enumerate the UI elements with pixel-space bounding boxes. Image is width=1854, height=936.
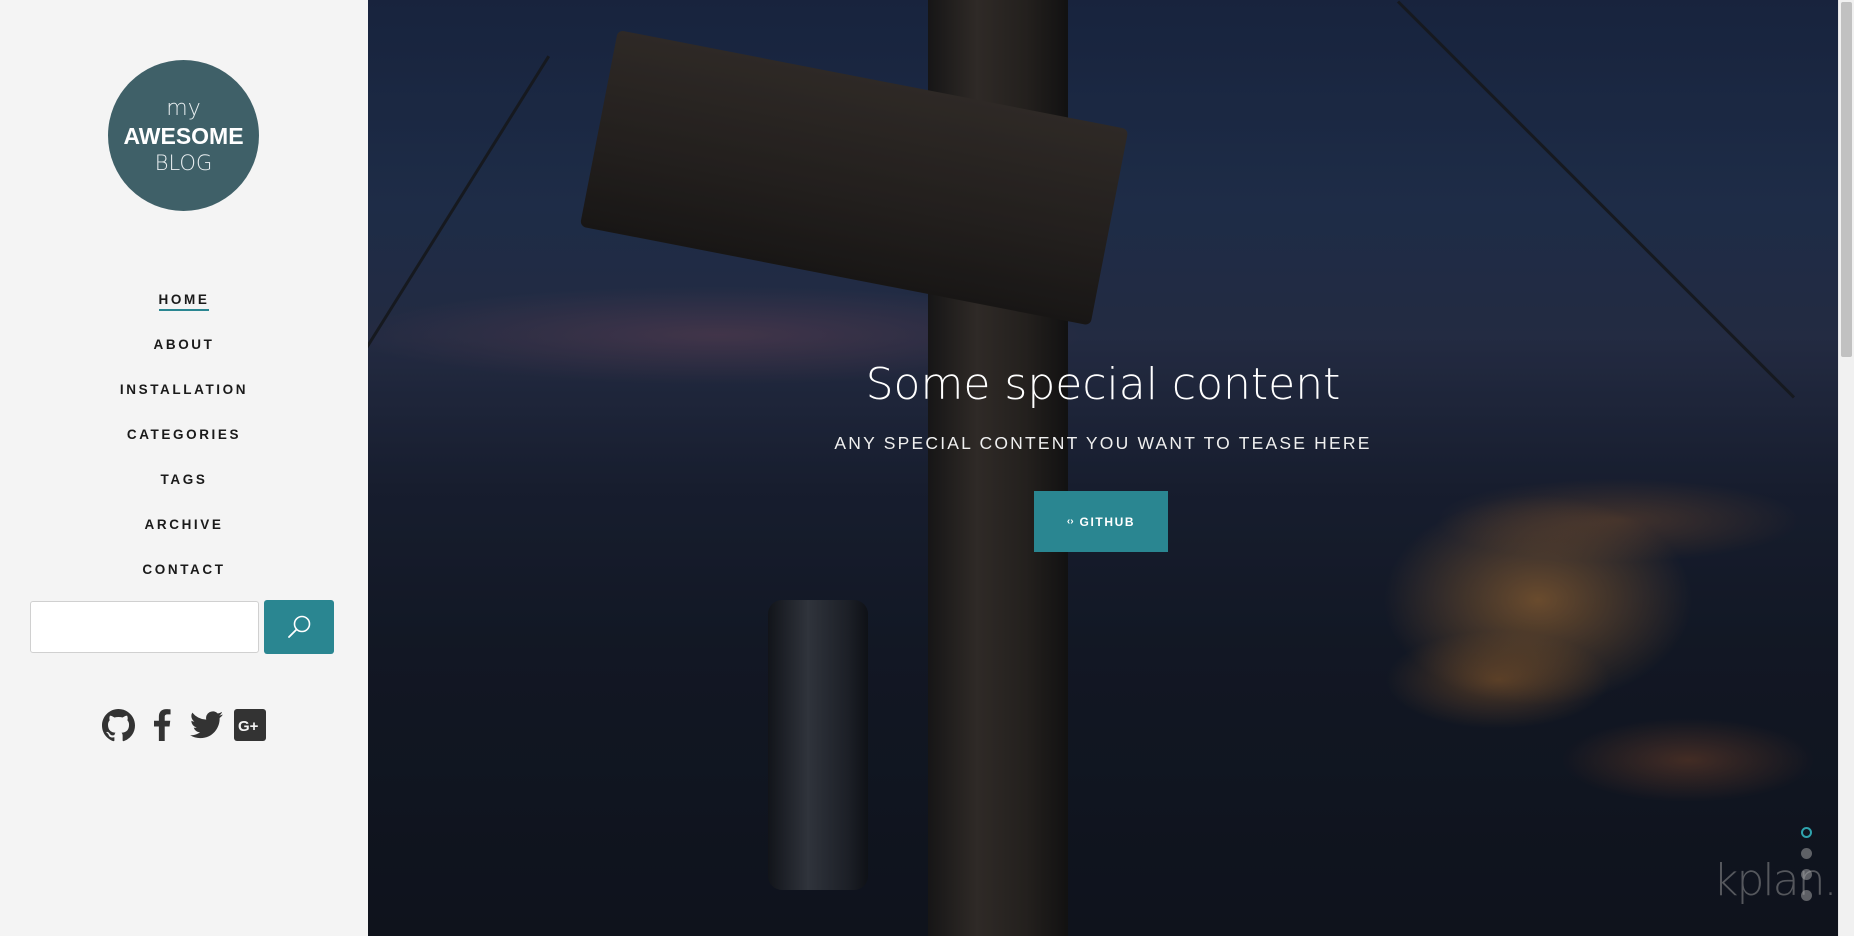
github-button[interactable]: ‹› GITHUB bbox=[1034, 491, 1168, 552]
nav-item-home[interactable]: HOME bbox=[158, 284, 210, 311]
nav-item-about[interactable]: ABOUT bbox=[154, 329, 215, 355]
nav-item-archive[interactable]: ARCHIVE bbox=[145, 509, 224, 535]
page-scrollbar[interactable] bbox=[1838, 0, 1854, 936]
google-plus-icon: G+ bbox=[234, 709, 266, 741]
github-link[interactable] bbox=[100, 707, 136, 743]
social-links: G+ bbox=[100, 707, 276, 743]
nav-item-contact[interactable]: CONTACT bbox=[142, 554, 225, 580]
nav-item-installation[interactable]: INSTALLATION bbox=[120, 374, 248, 400]
logo-line-my: my bbox=[166, 95, 201, 121]
search-input[interactable] bbox=[30, 601, 259, 653]
scrollbar-thumb[interactable] bbox=[1841, 2, 1852, 357]
search-icon bbox=[288, 615, 311, 638]
nav-item-tags[interactable]: TAGS bbox=[161, 464, 208, 490]
twitter-link[interactable] bbox=[188, 707, 224, 743]
logo-line-blog: BLOG bbox=[154, 150, 213, 175]
github-button-label: GITHUB bbox=[1079, 514, 1136, 529]
facebook-icon bbox=[154, 709, 171, 741]
google-plus-link[interactable]: G+ bbox=[232, 707, 268, 743]
hero-subtitle: ANY SPECIAL CONTENT YOU WANT TO TEASE HE… bbox=[834, 433, 1372, 453]
hero-text: Some special content ANY SPECIAL CONTENT… bbox=[368, 355, 1838, 454]
facebook-link[interactable] bbox=[144, 707, 180, 743]
svg-text:G+: G+ bbox=[238, 718, 259, 735]
github-icon bbox=[101, 708, 135, 741]
photo-watermark: kplan.ch bbox=[1713, 855, 1838, 906]
twitter-icon bbox=[189, 711, 223, 739]
search-form bbox=[30, 600, 334, 654]
main-nav: HOME ABOUT INSTALLATION CATEGORIES TAGS … bbox=[0, 284, 368, 599]
site-logo[interactable]: my AWESOME BLOG bbox=[108, 60, 259, 211]
code-icon: ‹› bbox=[1066, 516, 1074, 527]
logo-line-awesome: AWESOME bbox=[123, 122, 244, 149]
sidebar: my AWESOME BLOG HOME ABOUT INSTALLATION … bbox=[0, 0, 368, 936]
hero-section: Some special content ANY SPECIAL CONTENT… bbox=[368, 0, 1838, 936]
slider-dot[interactable] bbox=[1801, 827, 1812, 838]
hero-overlay bbox=[368, 0, 1838, 936]
hero-title: Some special content bbox=[865, 359, 1341, 410]
search-button[interactable] bbox=[264, 600, 334, 654]
nav-item-categories[interactable]: CATEGORIES bbox=[127, 419, 241, 445]
